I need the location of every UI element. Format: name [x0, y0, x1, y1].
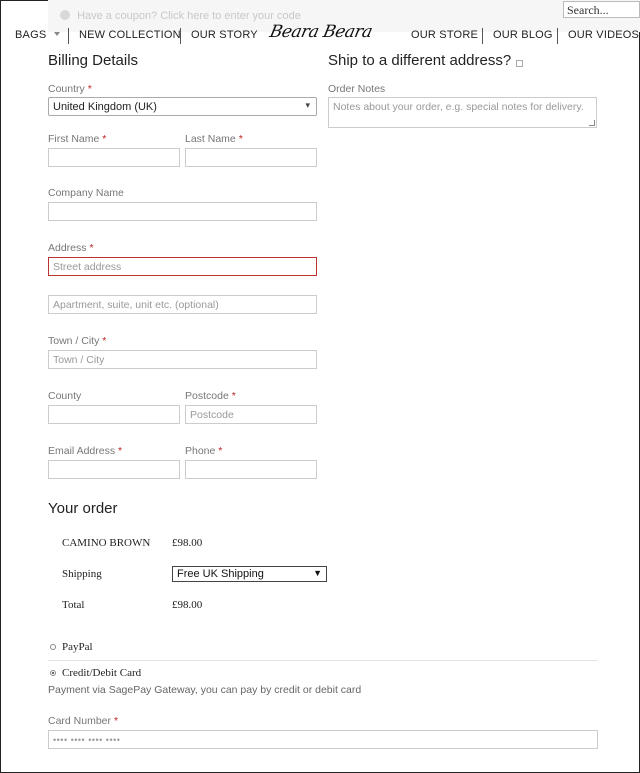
- card-number-label: Card Number *: [48, 715, 118, 727]
- payment-divider: [48, 660, 598, 661]
- total-value: £98.00: [172, 599, 203, 611]
- resize-handle-icon[interactable]: [589, 120, 595, 126]
- apartment-field[interactable]: Apartment, suite, unit etc. (optional): [48, 295, 317, 314]
- product-price: £98.00: [172, 537, 203, 549]
- label-text: Phone: [185, 445, 216, 457]
- ship-different-title: Ship to a different address?: [328, 52, 512, 69]
- nav-item-our-videos[interactable]: OUR VIDEOS: [568, 29, 639, 41]
- nav-divider: [180, 28, 181, 44]
- order-notes-field[interactable]: Notes about your order, e.g. special not…: [328, 97, 597, 128]
- required-mark: *: [87, 83, 92, 95]
- card-label[interactable]: Credit/Debit Card: [62, 667, 141, 679]
- required-mark: *: [118, 445, 123, 457]
- chevron-down-icon: [54, 32, 61, 36]
- address-label: Address *: [48, 242, 94, 254]
- required-mark: *: [102, 133, 107, 145]
- total-label: Total: [62, 599, 85, 611]
- label-text: Last Name: [185, 133, 236, 145]
- chevron-down-icon: ▼: [313, 568, 322, 578]
- brand-logo[interactable]: Beara Beara: [268, 22, 374, 42]
- card-description: Payment via SagePay Gateway, you can pay…: [48, 684, 362, 696]
- county-label: County: [48, 390, 82, 402]
- order-notes-placeholder: Notes about your order, e.g. special not…: [333, 101, 584, 113]
- card-radio[interactable]: [50, 670, 56, 676]
- label-text: Town / City: [48, 335, 100, 347]
- company-label: Company Name: [48, 187, 124, 199]
- search-input[interactable]: Search...: [563, 1, 640, 18]
- email-field[interactable]: [48, 460, 180, 479]
- label-text: Address: [48, 242, 87, 254]
- first-name-field[interactable]: [48, 148, 180, 167]
- last-name-field[interactable]: [185, 148, 317, 167]
- label-text: First Name: [48, 133, 100, 145]
- nav-item-our-blog[interactable]: OUR BLOG: [493, 29, 553, 41]
- your-order-title: Your order: [48, 500, 118, 517]
- email-label: Email Address *: [48, 445, 122, 457]
- paypal-radio[interactable]: [50, 644, 56, 650]
- nav-divider: [482, 28, 483, 44]
- street-address-field[interactable]: Street address: [48, 257, 317, 276]
- nav-divider: [68, 28, 69, 44]
- country-label: Country *: [48, 83, 92, 95]
- label-text: Card Number: [48, 715, 112, 727]
- nav-item-bags[interactable]: BAGS: [15, 29, 61, 41]
- county-field[interactable]: [48, 405, 180, 424]
- nav-divider: [557, 28, 558, 44]
- nav-item-our-story[interactable]: OUR STORY: [191, 29, 258, 41]
- label-text: Postcode: [185, 390, 229, 402]
- required-mark: *: [231, 390, 236, 402]
- order-notes-label: Order Notes: [328, 83, 386, 95]
- country-value: United Kingdom (UK): [53, 101, 157, 113]
- paypal-label[interactable]: PayPal: [62, 641, 93, 653]
- town-field[interactable]: Town / City: [48, 350, 317, 369]
- first-name-label: First Name *: [48, 133, 106, 145]
- nav-label: BAGS: [15, 29, 47, 41]
- chevron-down-icon: ▾: [305, 100, 310, 110]
- shipping-method-select[interactable]: Free UK Shipping ▼: [172, 566, 327, 582]
- country-select[interactable]: United Kingdom (UK) ▾: [48, 97, 317, 116]
- shipping-label: Shipping: [62, 568, 102, 580]
- nav-item-new-collection[interactable]: NEW COLLECTION: [79, 29, 181, 41]
- phone-field[interactable]: [185, 460, 317, 479]
- product-name: CAMINO BROWN: [62, 537, 151, 549]
- label-text: Email Address: [48, 445, 116, 457]
- required-mark: *: [102, 335, 107, 347]
- required-mark: *: [89, 242, 94, 254]
- phone-label: Phone *: [185, 445, 222, 457]
- info-icon: [60, 10, 70, 20]
- ship-different-checkbox[interactable]: [516, 60, 523, 67]
- company-field[interactable]: [48, 202, 317, 221]
- last-name-label: Last Name *: [185, 133, 243, 145]
- nav-item-our-store[interactable]: OUR STORE: [411, 29, 478, 41]
- coupon-text[interactable]: Have a coupon? Click here to enter your …: [77, 10, 301, 22]
- required-mark: *: [238, 133, 243, 145]
- required-mark: *: [218, 445, 223, 457]
- postcode-field[interactable]: Postcode: [185, 405, 317, 424]
- shipping-option: Free UK Shipping: [177, 568, 264, 580]
- required-mark: *: [113, 715, 119, 727]
- card-number-field[interactable]: •••• •••• •••• ••••: [48, 730, 598, 749]
- label-text: Country: [48, 83, 85, 95]
- billing-title: Billing Details: [48, 52, 139, 69]
- town-label: Town / City *: [48, 335, 106, 347]
- postcode-label: Postcode *: [185, 390, 236, 402]
